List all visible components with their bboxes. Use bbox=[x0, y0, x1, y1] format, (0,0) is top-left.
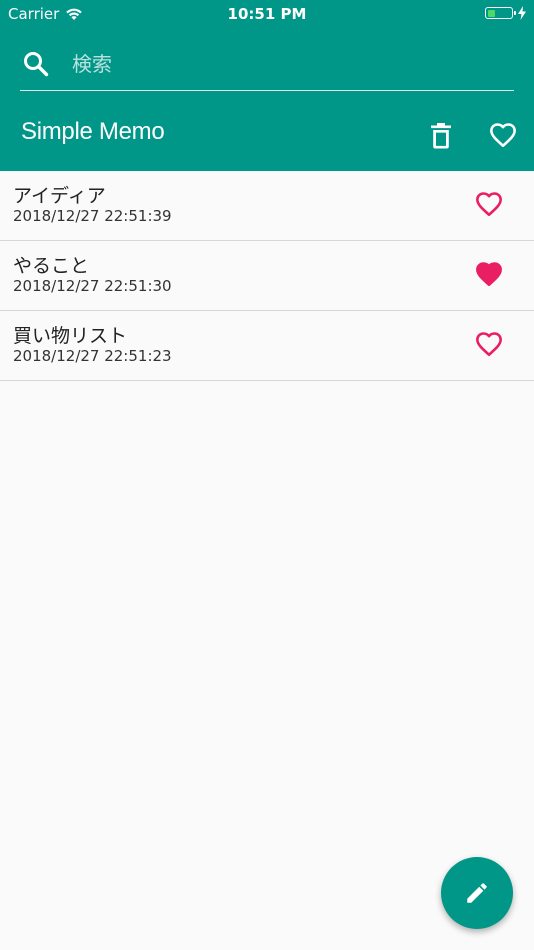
memo-date: 2018/12/27 22:51:30 bbox=[13, 277, 172, 295]
battery-indicator bbox=[485, 6, 527, 20]
pencil-icon bbox=[467, 883, 487, 903]
memo-date: 2018/12/27 22:51:23 bbox=[13, 347, 172, 365]
status-time: 10:51 PM bbox=[227, 5, 307, 23]
memo-date: 2018/12/27 22:51:39 bbox=[13, 207, 172, 225]
battery-level-fill bbox=[487, 9, 496, 17]
memo-title: 買い物リスト bbox=[13, 325, 128, 347]
search-icon[interactable] bbox=[22, 50, 50, 78]
status-bar: Carrier 10:51 PM bbox=[0, 0, 534, 28]
delete-button[interactable] bbox=[421, 116, 461, 156]
favorites-filter-button[interactable] bbox=[482, 114, 524, 156]
favorite-toggle[interactable] bbox=[472, 327, 506, 361]
heart-outline-icon bbox=[476, 332, 502, 357]
trash-icon bbox=[431, 123, 451, 149]
charging-bolt-icon bbox=[518, 6, 526, 20]
search-input[interactable] bbox=[72, 47, 492, 81]
heart-outline-icon bbox=[476, 192, 502, 217]
memo-title: アイディア bbox=[13, 185, 106, 207]
favorite-toggle[interactable] bbox=[472, 187, 506, 221]
app-title: Simple Memo bbox=[21, 118, 165, 145]
memo-list: アイディア 2018/12/27 22:51:39 やること 2018/12/2… bbox=[0, 171, 534, 381]
battery-icon bbox=[485, 7, 516, 19]
heart-outline-icon bbox=[490, 123, 516, 148]
favorite-toggle[interactable] bbox=[472, 257, 506, 291]
memo-row[interactable]: アイディア 2018/12/27 22:51:39 bbox=[0, 171, 534, 241]
memo-row[interactable]: 買い物リスト 2018/12/27 22:51:23 bbox=[0, 311, 534, 381]
memo-title: やること bbox=[13, 255, 90, 277]
heart-filled-icon bbox=[476, 262, 502, 287]
new-memo-button[interactable] bbox=[441, 857, 513, 929]
memo-row[interactable]: やること 2018/12/27 22:51:30 bbox=[0, 241, 534, 311]
app-header: Carrier 10:51 PM Simple Memo bbox=[0, 0, 534, 171]
search-bar bbox=[20, 43, 514, 91]
